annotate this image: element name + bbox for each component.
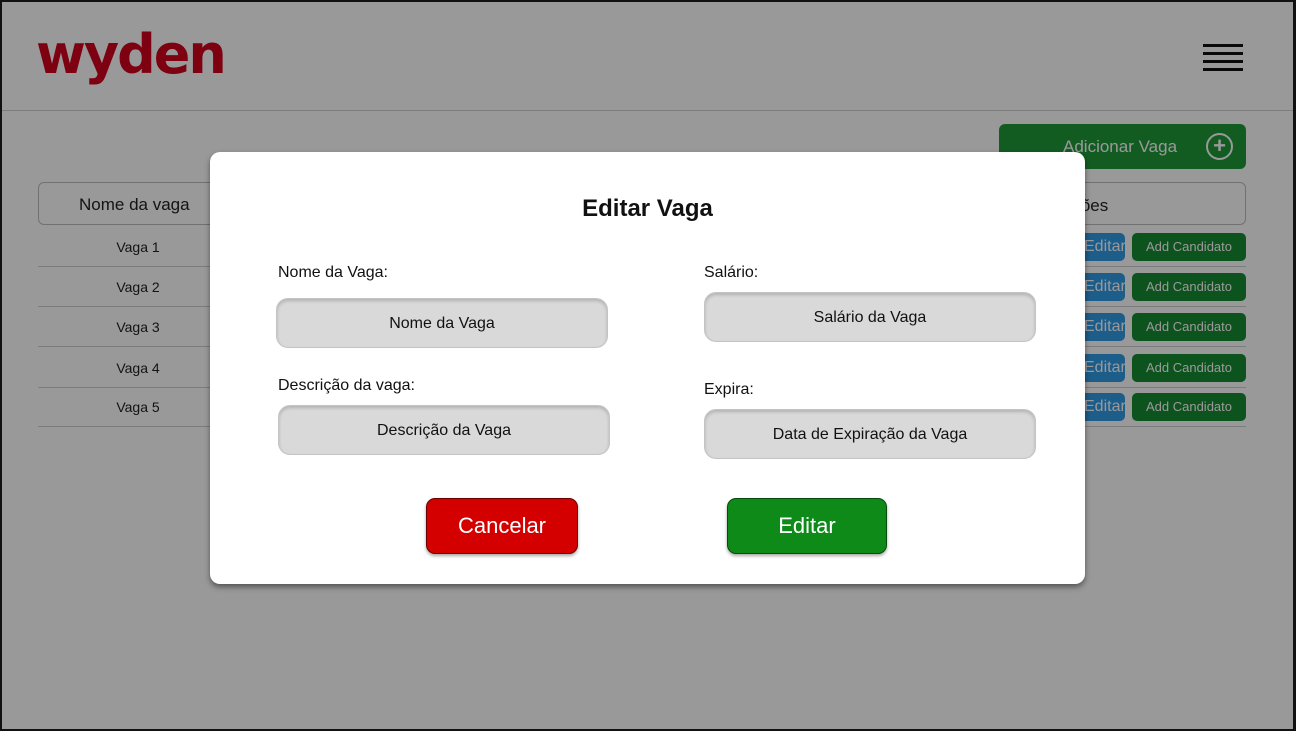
expira-label: Expira: — [704, 381, 754, 398]
expira-date-input[interactable]: Data de Expiração da Vaga — [704, 409, 1036, 459]
submit-edit-button[interactable]: Editar — [727, 498, 887, 554]
dialog-title: Editar Vaga — [582, 195, 713, 222]
nome-vaga-input[interactable]: Nome da Vaga — [276, 298, 608, 348]
salario-label: Salário: — [704, 264, 759, 281]
nome-label: Nome da Vaga: — [278, 264, 388, 281]
descricao-input[interactable]: Descrição da Vaga — [278, 405, 610, 455]
descricao-label: Descrição da vaga: — [278, 377, 415, 394]
salario-input[interactable]: Salário da Vaga — [704, 292, 1036, 342]
cancel-button[interactable]: Cancelar — [426, 498, 578, 554]
app-window: wyden Adicionar Vaga + Nome da vaga Açõe… — [0, 0, 1296, 731]
edit-vaga-dialog: Editar Vaga Nome da Vaga: Nome da Vaga S… — [210, 152, 1085, 584]
